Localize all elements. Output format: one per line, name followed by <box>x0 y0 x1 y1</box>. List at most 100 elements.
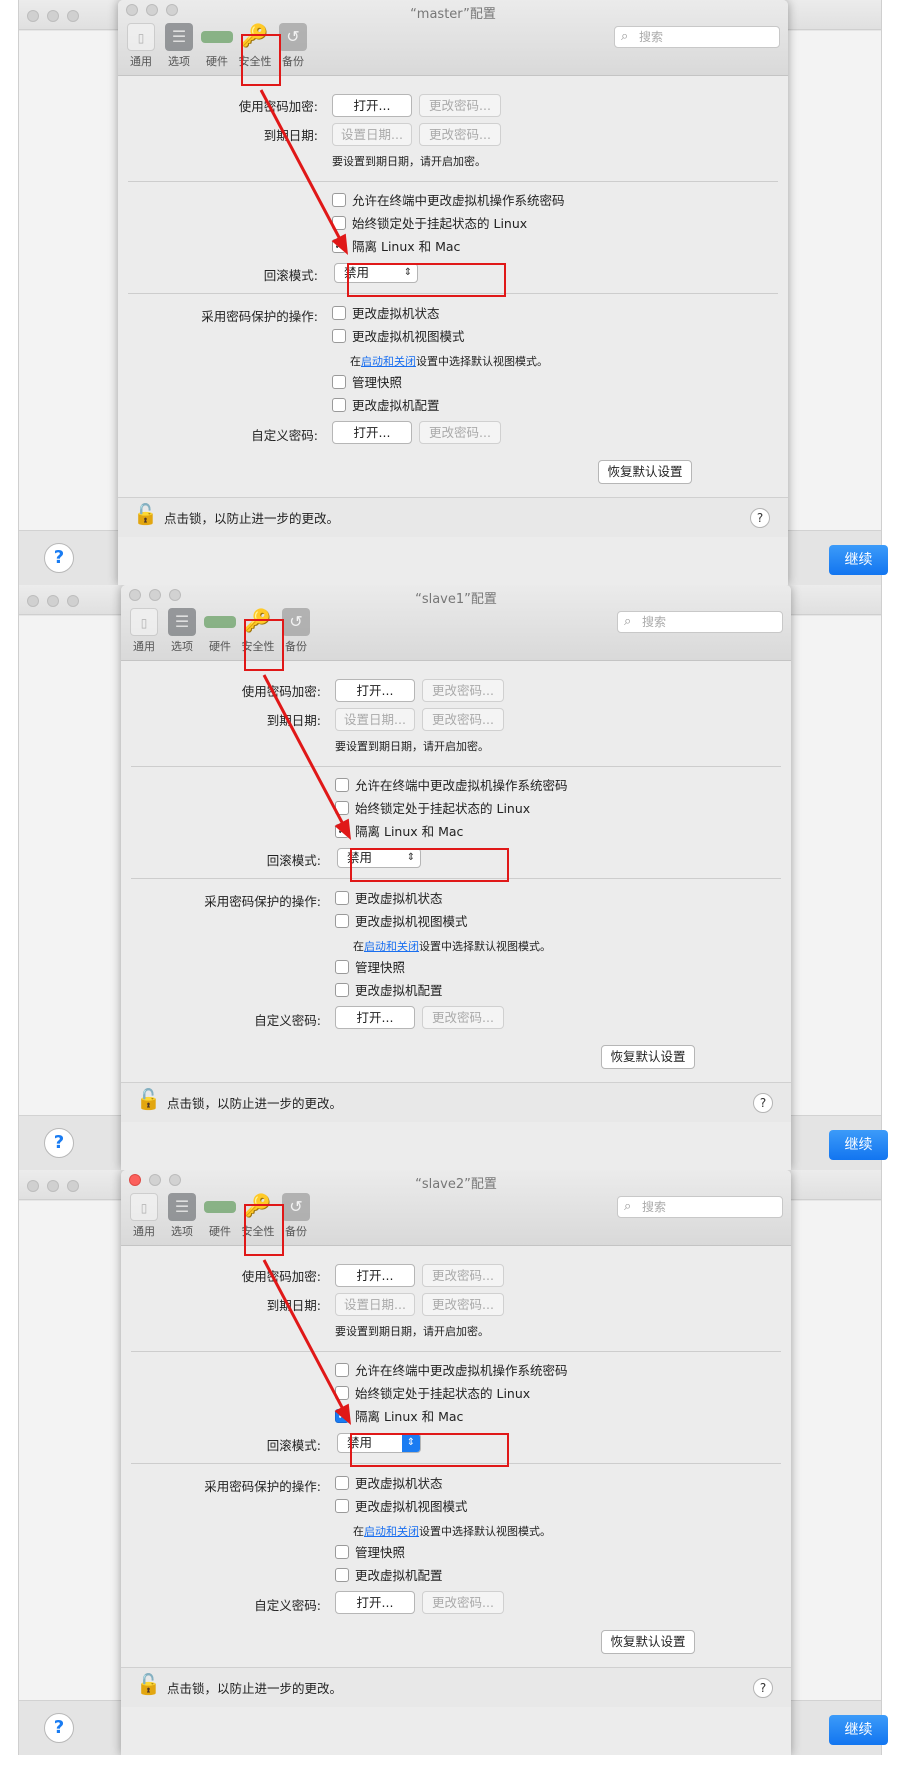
tab-security[interactable]: 🔑 安全性 <box>236 23 274 73</box>
restore-defaults-button[interactable]: 恢复默认设置 <box>601 1630 695 1654</box>
lock-icon[interactable]: 🔓 <box>136 1672 161 1696</box>
change-password-button-2[interactable]: 更改密码... <box>419 123 501 146</box>
op-change-state-checkbox[interactable]: 更改虚拟机状态 <box>335 891 443 906</box>
op-change-config-checkbox[interactable]: 更改虚拟机配置 <box>335 1568 443 1583</box>
checkbox-box[interactable] <box>335 1476 349 1490</box>
continue-button[interactable]: 继续 <box>829 545 888 575</box>
always-lock-checkbox[interactable]: 始终锁定处于挂起状态的 Linux <box>332 216 527 231</box>
zoom-button[interactable] <box>67 595 79 607</box>
checkbox-box[interactable] <box>335 983 349 997</box>
checkbox-box[interactable] <box>335 891 349 905</box>
minimize-button[interactable] <box>47 10 59 22</box>
search-input[interactable]: ⌕ 搜索 <box>617 1196 783 1218</box>
op-change-state-checkbox[interactable]: 更改虚拟机状态 <box>335 1476 443 1491</box>
open-encrypt-button[interactable]: 打开... <box>332 94 412 117</box>
checkbox-box[interactable] <box>332 329 346 343</box>
open-encrypt-button[interactable]: 打开... <box>335 1264 415 1287</box>
checkbox-box-checked[interactable]: ✓ <box>332 239 346 253</box>
restore-defaults-button[interactable]: 恢复默认设置 <box>598 460 692 484</box>
help-button-small[interactable]: ? <box>753 1678 773 1698</box>
set-date-button[interactable]: 设置日期... <box>335 708 415 731</box>
op-change-view-checkbox[interactable]: 更改虚拟机视图模式 <box>335 914 468 929</box>
tab-backup[interactable]: ↺ 备份 <box>277 608 315 658</box>
tab-hardware[interactable]: 硬件 <box>201 608 239 658</box>
search-input[interactable]: ⌕ 搜索 <box>614 26 780 48</box>
change-password-button[interactable]: 更改密码... <box>422 679 504 702</box>
checkbox-box[interactable] <box>335 914 349 928</box>
tab-general[interactable]: ▯ 通用 <box>125 608 163 658</box>
rollback-select[interactable]: 禁用 ⇕ <box>334 263 418 283</box>
checkbox-box[interactable] <box>332 193 346 207</box>
close-button[interactable] <box>27 595 39 607</box>
checkbox-box[interactable] <box>332 398 346 412</box>
checkbox-box[interactable] <box>332 216 346 230</box>
close-button[interactable] <box>27 1180 39 1192</box>
checkbox-box[interactable] <box>335 1499 349 1513</box>
isolate-linux-mac-checkbox[interactable]: ✓ 隔离 Linux 和 Mac <box>335 1409 463 1424</box>
rollback-select[interactable]: 禁用 ⇕ <box>337 848 421 868</box>
allow-terminal-checkbox[interactable]: 允许在终端中更改虚拟机操作系统密码 <box>335 1363 568 1378</box>
checkbox-box-checked[interactable]: ✓ <box>335 1409 349 1423</box>
always-lock-checkbox[interactable]: 始终锁定处于挂起状态的 Linux <box>335 801 530 816</box>
help-button[interactable]: ? <box>44 1128 74 1158</box>
continue-button[interactable]: 继续 <box>829 1130 888 1160</box>
open-custom-password-button[interactable]: 打开... <box>335 1591 415 1614</box>
restore-defaults-button[interactable]: 恢复默认设置 <box>601 1045 695 1069</box>
checkbox-box[interactable] <box>332 306 346 320</box>
checkbox-box[interactable] <box>335 778 349 792</box>
open-custom-password-button[interactable]: 打开... <box>335 1006 415 1029</box>
checkbox-box-checked[interactable]: ✓ <box>335 824 349 838</box>
rollback-select[interactable]: 禁用 ⇕ <box>337 1433 421 1453</box>
op-manage-snapshots-checkbox[interactable]: 管理快照 <box>332 375 402 390</box>
checkbox-box[interactable] <box>335 1568 349 1582</box>
search-input[interactable]: ⌕ 搜索 <box>617 611 783 633</box>
open-encrypt-button[interactable]: 打开... <box>335 679 415 702</box>
op-change-view-checkbox[interactable]: 更改虚拟机视图模式 <box>335 1499 468 1514</box>
checkbox-box[interactable] <box>335 960 349 974</box>
help-button[interactable]: ? <box>44 543 74 573</box>
change-password-button-2[interactable]: 更改密码... <box>422 1293 504 1316</box>
checkbox-box[interactable] <box>335 801 349 815</box>
checkbox-box[interactable] <box>335 1545 349 1559</box>
tab-hardware[interactable]: 硬件 <box>198 23 236 73</box>
allow-terminal-checkbox[interactable]: 允许在终端中更改虚拟机操作系统密码 <box>332 193 565 208</box>
tab-general[interactable]: ▯ 通用 <box>122 23 160 73</box>
minimize-button[interactable] <box>47 595 59 607</box>
allow-terminal-checkbox[interactable]: 允许在终端中更改虚拟机操作系统密码 <box>335 778 568 793</box>
checkbox-box[interactable] <box>335 1363 349 1377</box>
set-date-button[interactable]: 设置日期... <box>332 123 412 146</box>
change-custom-password-button[interactable]: 更改密码... <box>422 1591 504 1614</box>
change-password-button[interactable]: 更改密码... <box>419 94 501 117</box>
help-button-small[interactable]: ? <box>753 1093 773 1113</box>
op-change-state-checkbox[interactable]: 更改虚拟机状态 <box>332 306 440 321</box>
change-password-button[interactable]: 更改密码... <box>422 1264 504 1287</box>
lock-icon[interactable]: 🔓 <box>133 502 158 526</box>
isolate-linux-mac-checkbox[interactable]: ✓ 隔离 Linux 和 Mac <box>332 239 460 254</box>
tab-backup[interactable]: ↺ 备份 <box>277 1193 315 1243</box>
tab-options[interactable]: ☰ 选项 <box>163 608 201 658</box>
tab-backup[interactable]: ↺ 备份 <box>274 23 312 73</box>
lock-icon[interactable]: 🔓 <box>136 1087 161 1111</box>
close-button[interactable] <box>27 10 39 22</box>
continue-button[interactable]: 继续 <box>829 1715 888 1745</box>
set-date-button[interactable]: 设置日期... <box>335 1293 415 1316</box>
tab-security[interactable]: 🔑 安全性 <box>239 1193 277 1243</box>
change-custom-password-button[interactable]: 更改密码... <box>422 1006 504 1029</box>
tab-hardware[interactable]: 硬件 <box>201 1193 239 1243</box>
op-change-config-checkbox[interactable]: 更改虚拟机配置 <box>335 983 443 998</box>
op-manage-snapshots-checkbox[interactable]: 管理快照 <box>335 1545 405 1560</box>
change-custom-password-button[interactable]: 更改密码... <box>419 421 501 444</box>
startup-shutdown-link[interactable]: 启动和关闭 <box>364 940 419 953</box>
tab-security[interactable]: 🔑 安全性 <box>239 608 277 658</box>
open-custom-password-button[interactable]: 打开... <box>332 421 412 444</box>
checkbox-box[interactable] <box>332 375 346 389</box>
op-change-config-checkbox[interactable]: 更改虚拟机配置 <box>332 398 440 413</box>
minimize-button[interactable] <box>47 1180 59 1192</box>
op-manage-snapshots-checkbox[interactable]: 管理快照 <box>335 960 405 975</box>
tab-general[interactable]: ▯ 通用 <box>125 1193 163 1243</box>
tab-options[interactable]: ☰ 选项 <box>160 23 198 73</box>
op-change-view-checkbox[interactable]: 更改虚拟机视图模式 <box>332 329 465 344</box>
startup-shutdown-link[interactable]: 启动和关闭 <box>361 355 416 368</box>
zoom-button[interactable] <box>67 1180 79 1192</box>
startup-shutdown-link[interactable]: 启动和关闭 <box>364 1525 419 1538</box>
